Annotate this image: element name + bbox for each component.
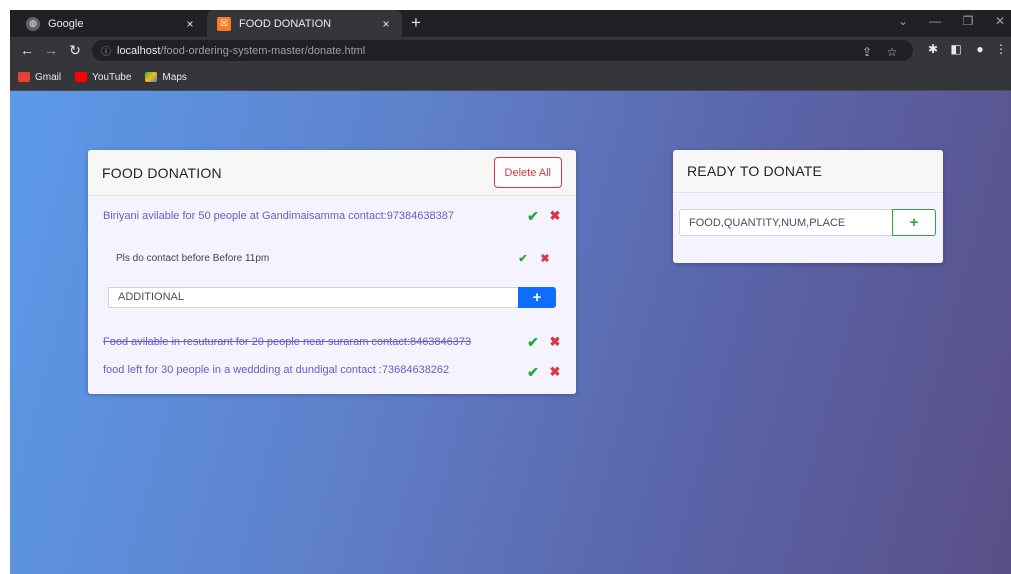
bookmark-label: Maps	[162, 71, 187, 83]
delete-icon[interactable]: ✖	[544, 364, 566, 380]
tab-title: Google	[48, 17, 84, 30]
card-header: FOOD DONATION Delete All	[88, 150, 576, 196]
bookmark-label: Gmail	[35, 71, 62, 83]
tab-strip: ◍ Google × ☒ FOOD DONATION × + ⌄ — ❐ ✕	[10, 10, 1011, 37]
share-icon[interactable]: ⇪	[858, 45, 876, 59]
add-donation-button[interactable]: +	[892, 209, 936, 236]
card-title: FOOD DONATION	[102, 164, 222, 181]
url-path: /food-ordering-system-master/donate.html	[160, 44, 366, 57]
tab-google[interactable]: ◍ Google ×	[16, 10, 206, 37]
youtube-icon	[75, 72, 88, 82]
delete-icon[interactable]: ✖	[544, 208, 566, 224]
browser-toolbar: ← → ↻ ⓘ localhost /food-ordering-system-…	[10, 37, 1011, 64]
list-item: food left for 30 people in a weddding at…	[88, 364, 576, 394]
reload-icon[interactable]: ↻	[66, 42, 84, 58]
card-header: READY TO DONATE	[673, 150, 943, 193]
site-info-icon[interactable]: ⓘ	[101, 43, 111, 58]
delete-icon[interactable]: ✖	[544, 334, 566, 350]
item-text: Biriyani avilable for 50 people at Gandi…	[103, 210, 454, 222]
minimize-icon[interactable]: —	[920, 14, 950, 28]
profile-icon[interactable]: ●	[971, 42, 989, 56]
delete-all-button[interactable]: Delete All	[493, 157, 562, 188]
food-donation-card: FOOD DONATION Delete All Biriyani avilab…	[88, 150, 576, 394]
tab-food-donation[interactable]: ☒ FOOD DONATION ×	[207, 10, 402, 37]
additional-input-group: ADDITIONAL +	[88, 280, 576, 314]
side-panel-icon[interactable]: ◧	[947, 42, 965, 56]
close-tab-icon[interactable]: ×	[182, 17, 198, 31]
item-text: food left for 30 people in a weddding at…	[103, 364, 450, 376]
bookmarks-bar: Gmail YouTube Maps	[10, 64, 1011, 91]
ready-to-donate-card: READY TO DONATE FOOD,QUANTITY,NUM,PLACE …	[673, 150, 943, 263]
browser-window: ◍ Google × ☒ FOOD DONATION × + ⌄ — ❐ ✕ ←…	[10, 10, 1011, 574]
bookmark-youtube[interactable]: YouTube	[75, 72, 131, 83]
card-title: READY TO DONATE	[687, 163, 822, 179]
bookmark-gmail[interactable]: Gmail	[18, 72, 61, 83]
sub-list-item: Pls do contact before Before 11pm ✔ ✖	[88, 236, 576, 280]
globe-icon: ◍	[26, 16, 40, 31]
check-icon[interactable]: ✔	[522, 208, 544, 225]
back-icon[interactable]: ←	[18, 42, 36, 58]
gmail-icon	[18, 72, 30, 82]
add-additional-button[interactable]: +	[518, 286, 556, 308]
item-text: Pls do contact before Before 11pm	[116, 252, 270, 264]
donate-input-group: FOOD,QUANTITY,NUM,PLACE +	[673, 193, 943, 236]
list-item: Food avilable in resuturant for 20 peopl…	[88, 320, 576, 364]
tab-search-icon[interactable]: ⌄	[888, 14, 918, 28]
donation-input[interactable]: FOOD,QUANTITY,NUM,PLACE	[679, 209, 892, 236]
close-window-icon[interactable]: ✕	[985, 14, 1011, 28]
tab-title: FOOD DONATION	[239, 17, 332, 30]
xampp-icon: ☒	[217, 16, 231, 31]
check-icon[interactable]: ✔	[522, 334, 544, 351]
restore-icon[interactable]: ❐	[953, 14, 983, 28]
page-viewport: FOOD DONATION Delete All Biriyani avilab…	[10, 91, 1011, 574]
bookmark-label: YouTube	[92, 71, 132, 83]
close-tab-icon[interactable]: ×	[378, 17, 394, 31]
delete-icon[interactable]: ✖	[534, 252, 556, 265]
ready-card-body: FOOD,QUANTITY,NUM,PLACE +	[673, 193, 943, 263]
bookmark-maps[interactable]: Maps	[145, 71, 187, 83]
new-tab-icon[interactable]: +	[407, 14, 425, 32]
additional-input[interactable]: ADDITIONAL	[108, 286, 518, 308]
menu-icon[interactable]: ⋮	[992, 42, 1010, 56]
url-host: localhost	[117, 44, 161, 57]
bookmark-star-icon[interactable]: ☆	[883, 45, 901, 59]
check-icon[interactable]: ✔	[522, 364, 544, 381]
address-bar[interactable]: ⓘ localhost /food-ordering-system-master…	[92, 40, 913, 61]
item-text: Food avilable in resuturant for 20 peopl…	[103, 336, 472, 348]
donation-list: Biriyani avilable for 50 people at Gandi…	[88, 196, 576, 394]
list-item: Biriyani avilable for 50 people at Gandi…	[88, 196, 576, 236]
check-icon[interactable]: ✔	[512, 252, 534, 265]
extensions-icon[interactable]: ✱	[924, 42, 942, 56]
maps-icon	[145, 72, 158, 82]
forward-icon[interactable]: →	[42, 42, 60, 58]
